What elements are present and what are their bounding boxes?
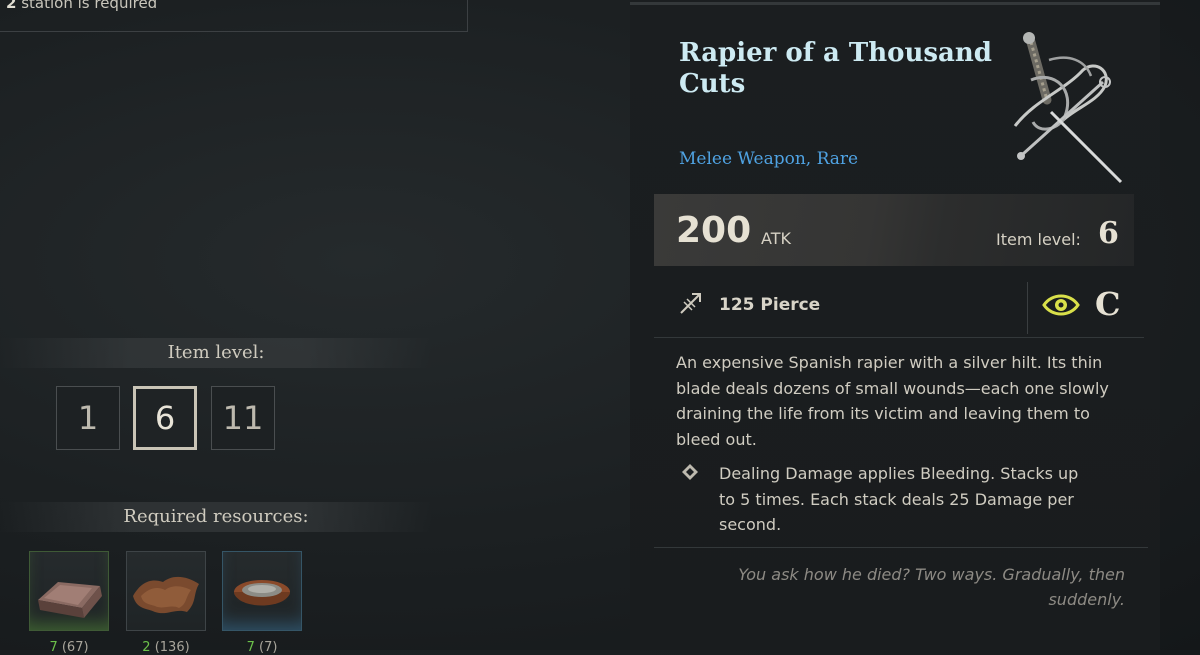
powder-bowl-icon [234,580,290,606]
station-requirement: 2 station is required [0,0,468,32]
tooltip-item-level-label: Item level: [996,230,1081,249]
resource-count-leather: 2 (136) [142,640,190,655]
leather-hide-icon [133,576,199,614]
item-effect: Dealing Damage applies Bleeding. Stacks … [719,464,1079,534]
scaling-grade: C [1095,285,1121,323]
resource-slot-ingot[interactable] [29,551,109,631]
resource-slot-leather[interactable] [126,551,206,631]
flavor-text: You ask how he died? Two ways. Gradually… [738,565,1125,609]
station-text: station is required [21,0,158,12]
tooltip-item-level-value: 6 [1098,216,1119,251]
item-category: Melee Weapon, Rare [679,149,859,169]
item-level-option-6[interactable]: 6 [133,386,197,450]
attack-label: ATK [761,229,791,248]
eye-icon [1042,294,1080,316]
item-level-option-1[interactable]: 1 [56,386,120,450]
item-description: An expensive Spanish rapier with a silve… [676,353,1109,449]
resource-count-ingot: 7 (67) [49,640,89,655]
resource-count-powder: 7 (7) [246,640,278,655]
divider-bottom [654,547,1148,548]
diamond-bullet-icon [682,464,698,480]
divider-top [654,337,1144,338]
iron-ingot-icon [38,582,102,618]
item-name: Rapier of a Thousand Cuts [679,38,992,99]
tooltip-top-border [630,2,1160,5]
resource-slot-powder[interactable] [222,551,302,631]
item-level-header: Item level: [0,338,432,368]
item-level-option-11[interactable]: 11 [211,386,275,450]
pierce-icon [680,293,701,314]
required-resources-header: Required resources: [0,502,432,532]
attack-value: 200 [676,210,752,251]
rapier-icon [1013,32,1123,184]
station-count: 2 [6,0,17,12]
stat-divider [1027,282,1028,334]
damage-type: 125 Pierce [719,295,821,315]
